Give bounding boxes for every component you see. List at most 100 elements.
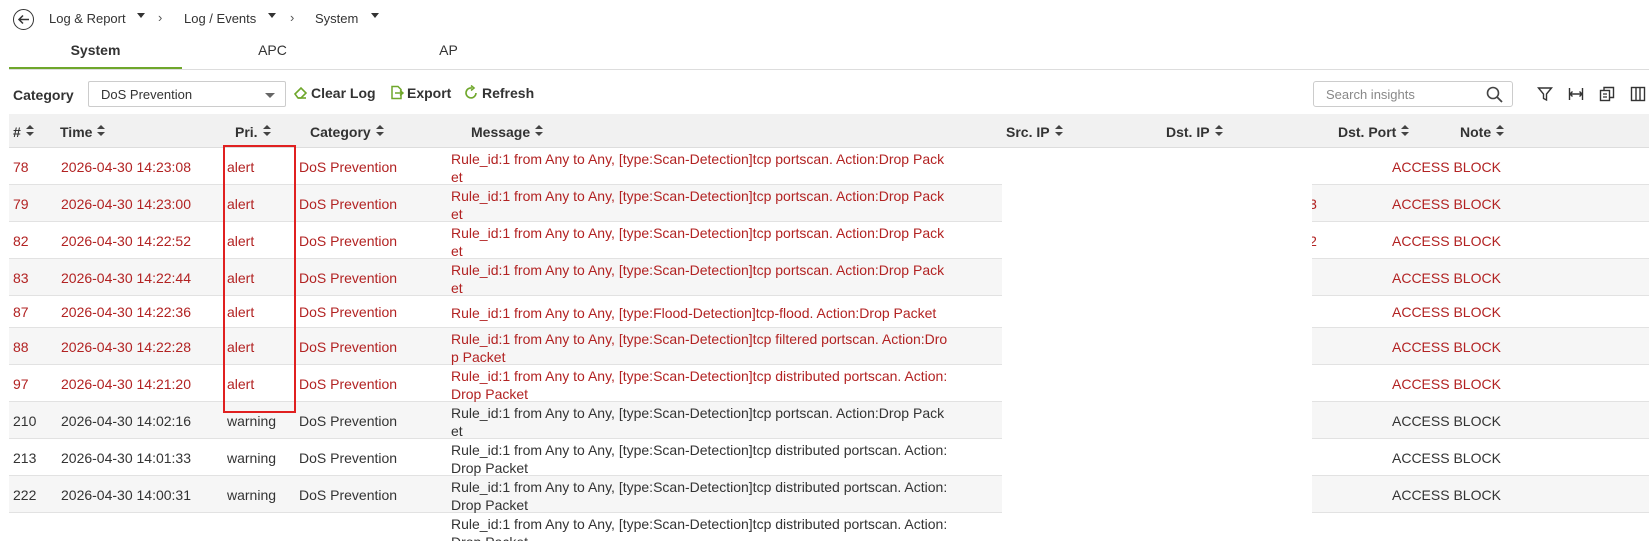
row-time: 2026-04-30 14:21:20 [61, 376, 191, 392]
column-header-src-ip[interactable]: Src. IP [1006, 124, 1063, 140]
refresh-icon [465, 85, 477, 99]
row-id: 82 [13, 233, 29, 249]
chevron-down-icon[interactable] [268, 13, 276, 18]
row-message: Rule_id:1 from Any to Any, [type:Flood-D… [451, 305, 937, 321]
row-message: Rule_id:1 from Any to Any, [type:Scan-De… [451, 479, 948, 513]
chevron-down-icon[interactable] [371, 13, 379, 18]
row-category: DoS Prevention [299, 413, 398, 429]
row-time: 2026-04-30 14:00:31 [61, 487, 191, 503]
tab-bar: System APC AP [9, 38, 1649, 70]
row-category: DoS Prevention [299, 233, 398, 249]
row-category: DoS Prevention [299, 487, 398, 503]
tab-divider [9, 69, 1649, 70]
column-header-priority[interactable]: Pri. [235, 124, 271, 140]
row-priority: warning [227, 487, 277, 503]
eraser-icon [293, 86, 308, 99]
column-header-time[interactable]: Time [60, 124, 106, 140]
row-id: 88 [13, 339, 29, 355]
tab-system[interactable]: System [9, 38, 182, 70]
row-message: Rule_id:1 from Any to Any, [type:Scan-De… [451, 516, 948, 541]
back-arrow-icon[interactable] [13, 9, 34, 30]
category-select[interactable]: DoS Prevention [88, 81, 286, 107]
table-row[interactable]: 213 2026-04-30 14:01:33 warning DoS Prevent… [9, 439, 1649, 476]
row-time: 2026-04-30 14:23:00 [61, 196, 191, 212]
tab-apc[interactable]: APC [186, 38, 359, 70]
search-icon[interactable] [1486, 86, 1503, 103]
row-id: 213 [13, 450, 37, 466]
breadcrumb-item-log-report[interactable]: Log & Report [49, 11, 126, 26]
clear-log-label: Clear Log [311, 85, 376, 101]
export-icon [391, 85, 404, 100]
category-select-value: DoS Prevention [101, 87, 193, 102]
row-id: 210 [13, 413, 37, 429]
row-category: DoS Prevention [299, 376, 398, 392]
priority-highlight-box [223, 145, 296, 413]
row-time: 2026-04-30 14:02:16 [61, 413, 191, 429]
row-id: 97 [13, 376, 29, 392]
table-row[interactable]: 222 2026-04-30 14:00:31 warning DoS Prevent… [9, 476, 1649, 513]
column-header-dst-ip[interactable]: Dst. IP [1166, 124, 1223, 140]
column-header-note[interactable]: Note [1460, 124, 1505, 140]
search-input[interactable] [1313, 81, 1513, 107]
row-message: Rule_id:1 from Any to Any, [type:Scan-De… [451, 405, 945, 439]
row-id: 83 [13, 270, 29, 286]
toolbar: Category DoS Prevention Clear Log Export… [9, 76, 1649, 114]
tab-ap[interactable]: AP [362, 38, 535, 70]
row-note: ACCESS BLOCK [1392, 376, 1501, 392]
row-note: ACCESS BLOCK [1392, 339, 1501, 355]
copy-icon[interactable] [1599, 86, 1615, 102]
row-message: Rule_id:1 from Any to Any, [type:Scan-De… [451, 225, 945, 259]
refresh-label: Refresh [482, 85, 535, 101]
row-time: 2026-04-30 14:22:28 [61, 339, 191, 355]
row-note: ACCESS BLOCK [1392, 270, 1501, 286]
sort-icon [262, 125, 271, 137]
row-note: ACCESS BLOCK [1392, 413, 1501, 429]
row-category: DoS Prevention [299, 450, 398, 466]
row-note: ACCESS BLOCK [1392, 196, 1501, 212]
breadcrumb-separator-icon: › [290, 10, 295, 25]
sort-icon [375, 125, 384, 137]
row-message: Rule_id:1 from Any to Any, [type:Scan-De… [451, 262, 945, 296]
row-time: 2026-04-30 14:22:52 [61, 233, 191, 249]
row-message: Rule_id:1 from Any to Any, [type:Scan-De… [451, 188, 945, 222]
row-note: ACCESS BLOCK [1392, 159, 1501, 175]
column-width-icon[interactable] [1568, 86, 1584, 102]
columns-icon[interactable] [1630, 86, 1646, 102]
column-header-category[interactable]: Category [310, 124, 384, 140]
breadcrumb-separator-icon: › [158, 10, 163, 25]
sort-icon [1054, 125, 1063, 137]
row-category: DoS Prevention [299, 304, 398, 320]
row-note: ACCESS BLOCK [1392, 450, 1501, 466]
row-id: 222 [13, 487, 37, 503]
column-header-message[interactable]: Message [471, 124, 544, 140]
table-row[interactable]: Rule_id:1 from Any to Any, [type:Scan-De… [9, 513, 1649, 541]
row-priority: warning [227, 413, 277, 429]
row-time: 2026-04-30 14:22:44 [61, 270, 191, 286]
column-header-dst-port[interactable]: Dst. Port [1338, 124, 1410, 140]
row-note: ACCESS BLOCK [1392, 233, 1501, 249]
column-header-id[interactable]: # [13, 124, 34, 140]
sort-icon [25, 125, 34, 137]
row-time: 2026-04-30 14:23:08 [61, 159, 191, 175]
chevron-down-icon [265, 93, 275, 98]
filter-icon[interactable] [1537, 86, 1553, 102]
category-label: Category [13, 87, 74, 103]
row-category: DoS Prevention [299, 159, 398, 175]
row-message: Rule_id:1 from Any to Any, [type:Scan-De… [451, 151, 945, 185]
row-priority: warning [227, 450, 277, 466]
row-category: DoS Prevention [299, 339, 398, 355]
table-header: # Time Pri. Category Message Src. IP Dst… [9, 114, 1649, 148]
breadcrumb-item-system[interactable]: System [315, 11, 358, 26]
row-message: Rule_id:1 from Any to Any, [type:Scan-De… [451, 442, 948, 476]
row-category: DoS Prevention [299, 196, 398, 212]
ip-columns-blank-area [1002, 148, 1312, 535]
export-label: Export [407, 85, 452, 101]
sort-icon [1214, 125, 1223, 137]
sort-icon [97, 125, 106, 137]
row-note: ACCESS BLOCK [1392, 487, 1501, 503]
row-id: 78 [13, 159, 29, 175]
chevron-down-icon[interactable] [137, 13, 145, 18]
row-id: 87 [13, 304, 29, 320]
breadcrumb-item-log-events[interactable]: Log / Events [184, 11, 256, 26]
sort-icon [1401, 125, 1410, 137]
